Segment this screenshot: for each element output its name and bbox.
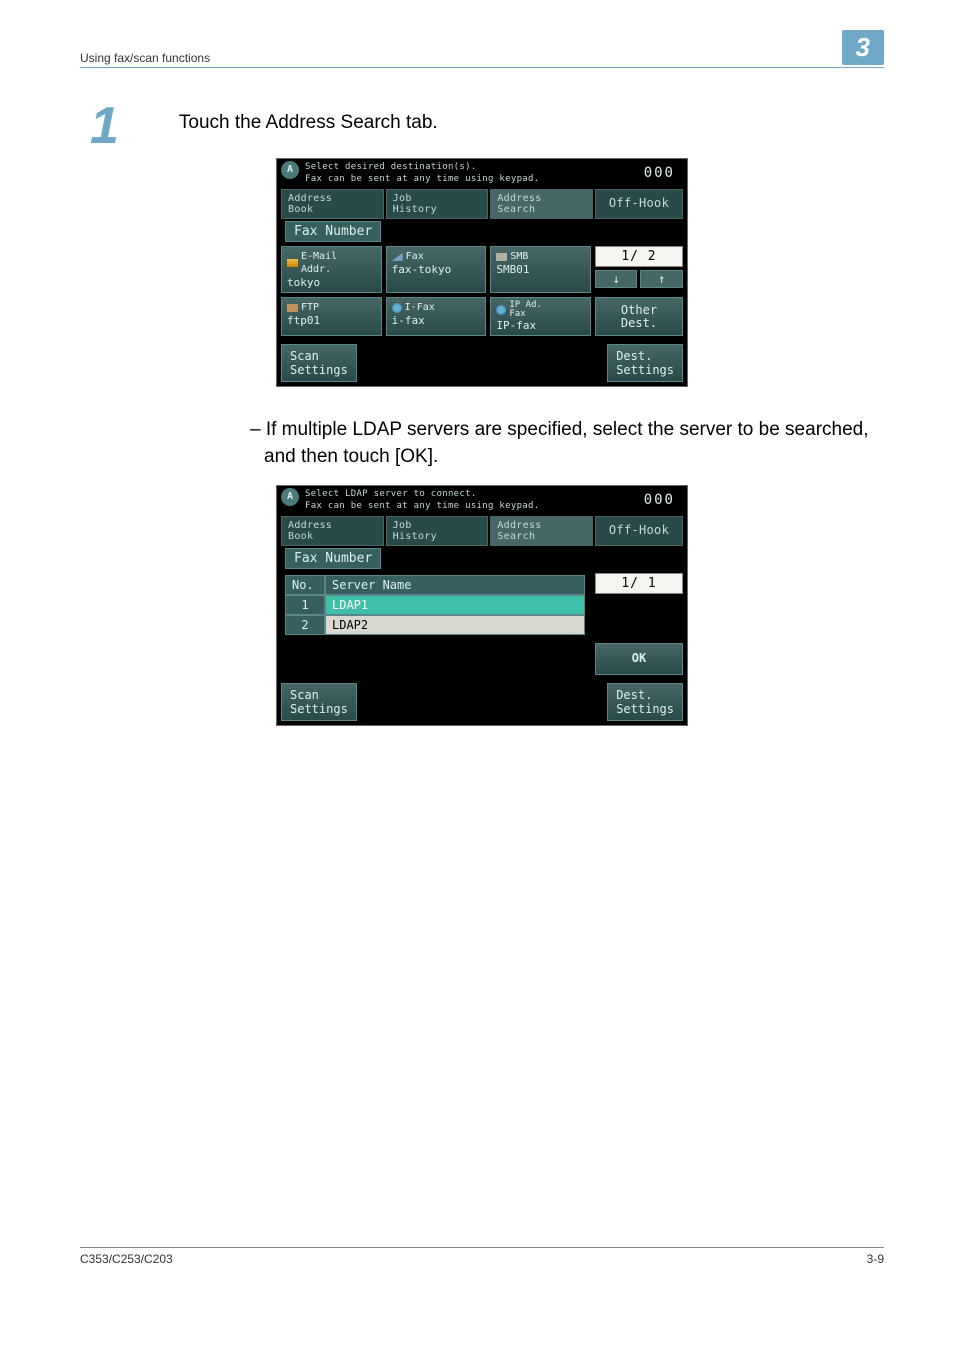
- dest-smb[interactable]: SMB SMB01: [490, 246, 591, 293]
- off-hook-button-2[interactable]: Off-Hook: [595, 516, 683, 546]
- ftp-label: FTP: [301, 301, 319, 314]
- ftp-value: ftp01: [287, 314, 376, 327]
- fax-icon: [392, 253, 403, 261]
- ifax-value: i-fax: [392, 314, 481, 327]
- fax-number-band: Fax Number: [277, 221, 687, 242]
- page-indicator-2: 1/ 1: [595, 573, 683, 594]
- col-server-name: Server Name: [325, 575, 585, 595]
- job-counter: 000: [636, 161, 683, 185]
- ipfax-value: IP-fax: [496, 319, 585, 332]
- page-indicator: 1/ 2: [595, 246, 683, 267]
- smb-icon: [496, 253, 507, 261]
- dest-fax[interactable]: Fax fax-tokyo: [386, 246, 487, 293]
- page-down-button[interactable]: ↓: [595, 270, 638, 288]
- dest-settings-button[interactable]: Dest. Settings: [607, 344, 683, 382]
- ok-button[interactable]: OK: [595, 643, 683, 675]
- mode-icon-2: A: [281, 488, 299, 506]
- substep-note: – If multiple LDAP servers are specified…: [250, 417, 884, 470]
- screenshot-address-search: A Select desired destination(s). Fax can…: [276, 158, 688, 387]
- other-dest-button[interactable]: Other Dest.: [595, 297, 683, 336]
- ss1-title-line1: Select desired destination(s).: [305, 161, 636, 173]
- ss2-title-line1: Select LDAP server to connect.: [305, 488, 636, 500]
- ldap-no-1: 1: [285, 595, 325, 615]
- fax-number-tab-2: Fax Number: [285, 548, 381, 569]
- ldap-name-2: LDAP2: [325, 615, 585, 635]
- ldap-row[interactable]: 2 LDAP2: [285, 615, 585, 635]
- fax-number-band-2: Fax Number: [277, 548, 687, 569]
- footer-model: C353/C253/C203: [80, 1252, 173, 1266]
- mode-icon: A: [281, 161, 299, 179]
- dest-ftp[interactable]: FTP ftp01: [281, 297, 382, 336]
- ldap-name-1: LDAP1: [325, 595, 585, 615]
- ss2-title-line2: Fax can be sent at any time using keypad…: [305, 500, 636, 512]
- scan-settings-button-2[interactable]: Scan Settings: [281, 683, 357, 721]
- ftp-icon: [287, 304, 298, 312]
- dest-email[interactable]: E-Mail Addr. tokyo: [281, 246, 382, 293]
- tab-address-search[interactable]: Address Search: [490, 189, 593, 219]
- tab-address-book[interactable]: Address Book: [281, 189, 384, 219]
- globe-icon-2: [496, 305, 506, 315]
- ldap-no-2: 2: [285, 615, 325, 635]
- scan-settings-button[interactable]: Scan Settings: [281, 344, 357, 382]
- email-value: tokyo: [287, 276, 376, 289]
- ipfax-label: IP Ad. Fax: [509, 301, 542, 319]
- ldap-row[interactable]: 1 LDAP1: [285, 595, 585, 615]
- tab-job-history-2[interactable]: Job History: [386, 516, 489, 546]
- screenshot-ldap-select: A Select LDAP server to connect. Fax can…: [276, 485, 688, 726]
- job-counter-2: 000: [636, 488, 683, 512]
- dest-ifax[interactable]: I-Fax i-fax: [386, 297, 487, 336]
- section-title: Using fax/scan functions: [80, 51, 210, 65]
- tab-address-book-2[interactable]: Address Book: [281, 516, 384, 546]
- dest-settings-button-2[interactable]: Dest. Settings: [607, 683, 683, 721]
- tab-address-search-2[interactable]: Address Search: [490, 516, 593, 546]
- chapter-number: 3: [842, 30, 884, 65]
- fax-value: fax-tokyo: [392, 263, 481, 276]
- ifax-label: I-Fax: [405, 301, 435, 314]
- dest-ipfax[interactable]: IP Ad. Fax IP-fax: [490, 297, 591, 336]
- page-up-button[interactable]: ↑: [640, 270, 683, 288]
- off-hook-button[interactable]: Off-Hook: [595, 189, 683, 219]
- footer-page: 3-9: [867, 1252, 884, 1266]
- email-label: E-Mail Addr.: [301, 250, 337, 276]
- fax-label: Fax: [406, 250, 424, 263]
- step-text: Touch the Address Search tab.: [179, 112, 438, 134]
- globe-icon: [392, 303, 402, 313]
- ldap-server-table: No. Server Name 1 LDAP1 2 LDAP2: [281, 573, 589, 637]
- tab-job-history[interactable]: Job History: [386, 189, 489, 219]
- fax-number-tab: Fax Number: [285, 221, 381, 242]
- col-no: No.: [285, 575, 325, 595]
- ss1-title-line2: Fax can be sent at any time using keypad…: [305, 173, 636, 185]
- smb-label: SMB: [510, 250, 528, 263]
- step-number: 1: [90, 108, 119, 144]
- mail-icon: [287, 259, 298, 267]
- smb-value: SMB01: [496, 263, 585, 276]
